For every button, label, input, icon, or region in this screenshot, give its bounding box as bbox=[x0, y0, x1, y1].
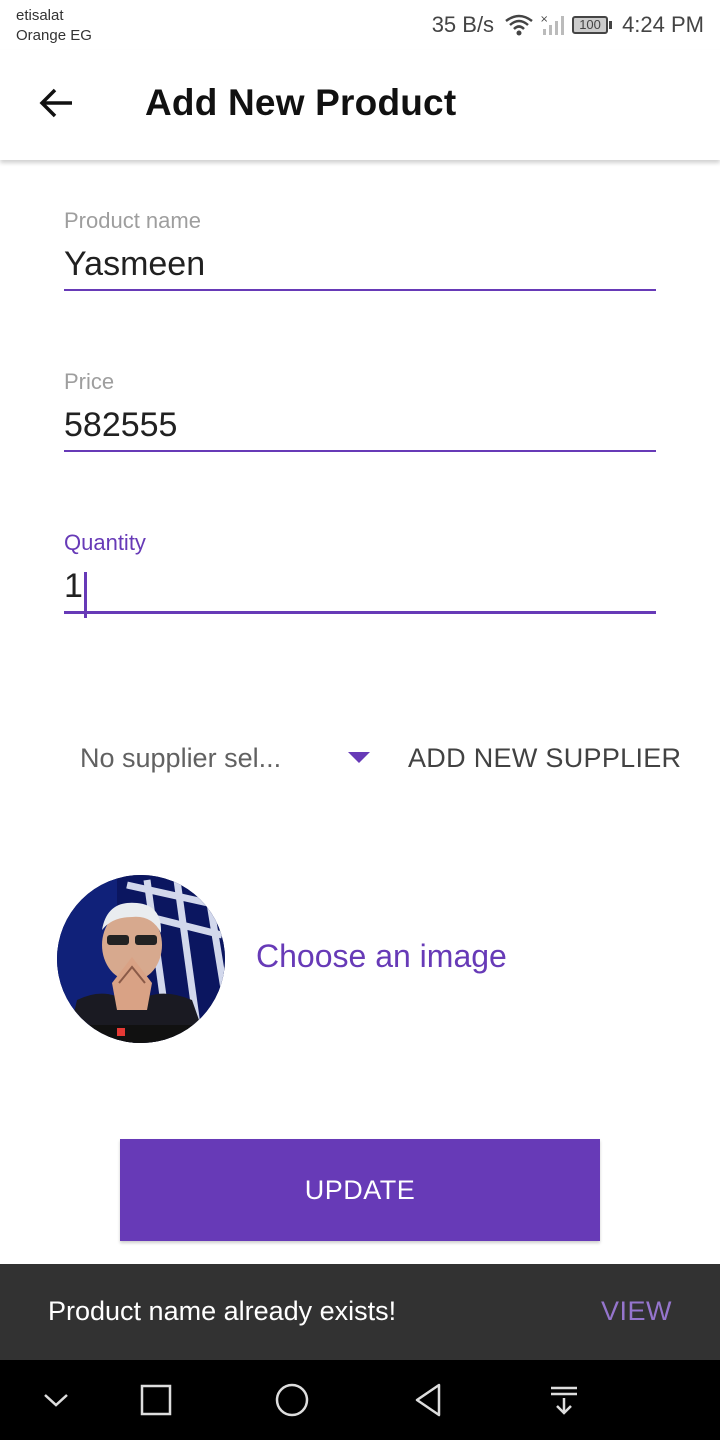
page-title: Add New Product bbox=[145, 82, 457, 123]
quantity-field: Quantity bbox=[64, 529, 656, 618]
quantity-label: Quantity bbox=[64, 530, 146, 555]
svg-text:×: × bbox=[540, 14, 548, 25]
battery-level: 100 bbox=[572, 16, 609, 34]
price-underline bbox=[64, 450, 656, 452]
product-name-label: Product name bbox=[64, 208, 201, 233]
choose-image-link[interactable]: Choose an image bbox=[256, 938, 507, 975]
quantity-underline bbox=[64, 611, 656, 614]
battery-icon: 100 bbox=[572, 16, 613, 34]
dropdown-arrow-icon bbox=[348, 752, 370, 763]
carrier-network: Orange EG bbox=[16, 27, 92, 44]
status-indicators: 35 B/s × 100 4:24 PM bbox=[432, 10, 704, 40]
system-nav-bar bbox=[0, 1360, 720, 1440]
nav-home-button[interactable] bbox=[264, 1372, 320, 1428]
product-photo-icon bbox=[57, 875, 225, 1043]
price-label: Price bbox=[64, 369, 115, 394]
product-image[interactable] bbox=[57, 875, 225, 1043]
clock: 4:24 PM bbox=[622, 12, 704, 37]
add-new-supplier-button[interactable]: ADD NEW SUPPLIER bbox=[408, 736, 681, 780]
nav-recents-button[interactable] bbox=[128, 1372, 184, 1428]
chevron-down-icon bbox=[44, 1394, 68, 1407]
snackbar-view-button[interactable]: VIEW bbox=[601, 1296, 672, 1327]
carrier-info: etisalat Orange EG bbox=[16, 6, 92, 46]
home-circle-icon bbox=[275, 1383, 309, 1417]
price-input[interactable] bbox=[64, 396, 656, 450]
status-bar: etisalat Orange EG 35 B/s × 100 4:24 PM bbox=[0, 0, 720, 50]
product-name-input[interactable] bbox=[64, 235, 656, 289]
text-cursor bbox=[84, 572, 87, 618]
network-speed: 35 B/s bbox=[431, 12, 495, 37]
carrier-name: etisalat bbox=[16, 7, 64, 24]
product-name-underline bbox=[64, 289, 656, 291]
notification-pull-icon bbox=[551, 1386, 577, 1415]
nav-notifications-button[interactable] bbox=[536, 1372, 592, 1428]
arrow-back-icon bbox=[38, 87, 74, 124]
snackbar: Product name already exists! VIEW bbox=[0, 1264, 720, 1360]
app-bar: Add New Product bbox=[0, 50, 720, 160]
back-button[interactable] bbox=[28, 80, 84, 130]
nav-back-button[interactable] bbox=[400, 1372, 456, 1428]
product-name-field: Product name bbox=[64, 207, 656, 291]
quantity-input[interactable] bbox=[64, 557, 656, 611]
nav-collapse-button[interactable] bbox=[28, 1372, 84, 1428]
recents-square-icon bbox=[140, 1384, 172, 1416]
signal-icon: × bbox=[540, 13, 566, 37]
wifi-icon bbox=[504, 13, 534, 37]
supplier-selected-value: No supplier sel... bbox=[80, 742, 282, 773]
snackbar-message: Product name already exists! bbox=[48, 1296, 397, 1326]
price-field: Price bbox=[64, 368, 656, 452]
supplier-dropdown[interactable]: No supplier sel... bbox=[80, 736, 380, 780]
update-button[interactable]: UPDATE bbox=[120, 1139, 600, 1241]
back-triangle-icon bbox=[415, 1383, 441, 1417]
